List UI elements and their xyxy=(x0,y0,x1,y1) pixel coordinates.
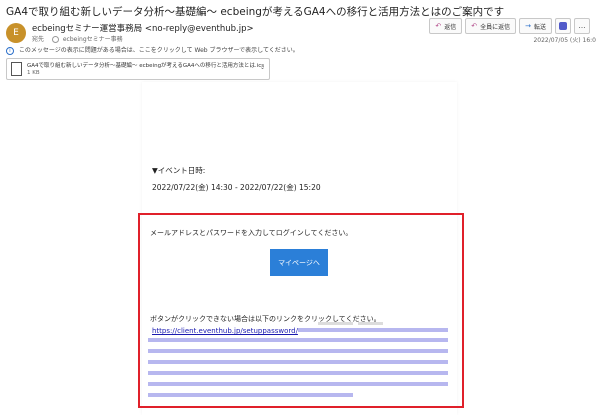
sender-avatar: E xyxy=(6,23,26,43)
attachment-size: 1 KB xyxy=(27,70,40,76)
info-bar[interactable]: i このメッセージの表示に問題がある場合は、ここをクリックして Web ブラウザ… xyxy=(6,45,299,55)
recipient-row: 宛先 ecbeingセミナー事務 xyxy=(32,34,123,43)
forward-button[interactable]: → 転送 xyxy=(519,18,552,34)
fallback-link[interactable]: https://client.eventhub.jp/setuppassword… xyxy=(152,327,298,335)
more-actions-button[interactable]: … xyxy=(574,18,590,34)
recipient-status-icon xyxy=(51,36,59,43)
reply-all-label: 全員に返信 xyxy=(480,23,511,31)
event-date: 2022/07/22(金) 14:30 - 2022/07/22(金) 15:2… xyxy=(152,183,321,192)
reply-icon: ↶ xyxy=(435,22,442,30)
received-date: 2022/07/05 (火) 16:0 xyxy=(533,37,596,44)
message-actions: ↶ 返信 ↶ 全員に返信 → 転送 … xyxy=(429,18,590,34)
forward-label: 転送 xyxy=(533,23,546,31)
chevron-down-icon[interactable]: ⌄ xyxy=(260,64,265,71)
mypage-button[interactable]: マイページへ xyxy=(270,249,328,276)
reply-button[interactable]: ↶ 返信 xyxy=(429,18,463,34)
reply-all-button[interactable]: ↶ 全員に返信 xyxy=(465,18,517,34)
info-bar-text: このメッセージの表示に問題がある場合は、ここをクリックして Web ブラウザーで… xyxy=(18,47,299,54)
teams-icon xyxy=(559,22,567,30)
reply-all-icon: ↶ xyxy=(471,22,478,30)
reply-label: 返信 xyxy=(444,23,457,31)
teams-button[interactable] xyxy=(555,18,571,34)
to-label: 宛先 xyxy=(32,36,45,43)
info-icon: i xyxy=(6,46,14,55)
login-message: メールアドレスとパスワードを入力してログインしてください。 xyxy=(150,229,353,237)
attachment-name: GA4で取り組む新しいデータ分析～基礎編～ ecbeingが考えるGA4への移行… xyxy=(27,63,265,69)
event-label: ▼イベント日時: xyxy=(152,166,206,175)
attachment-card[interactable]: GA4で取り組む新しいデータ分析～基礎編～ ecbeingが考えるGA4への移行… xyxy=(6,58,270,80)
file-icon xyxy=(11,62,22,76)
forward-icon: → xyxy=(525,22,531,30)
sender-name[interactable]: ecbeingセミナー運営事務局 <no-reply@eventhub.jp> xyxy=(32,22,254,34)
to-value[interactable]: ecbeingセミナー事務 xyxy=(63,36,123,43)
email-subject: GA4で取り組む新しいデータ分析～基礎編～ ecbeingが考えるGA4への移行… xyxy=(6,6,505,18)
